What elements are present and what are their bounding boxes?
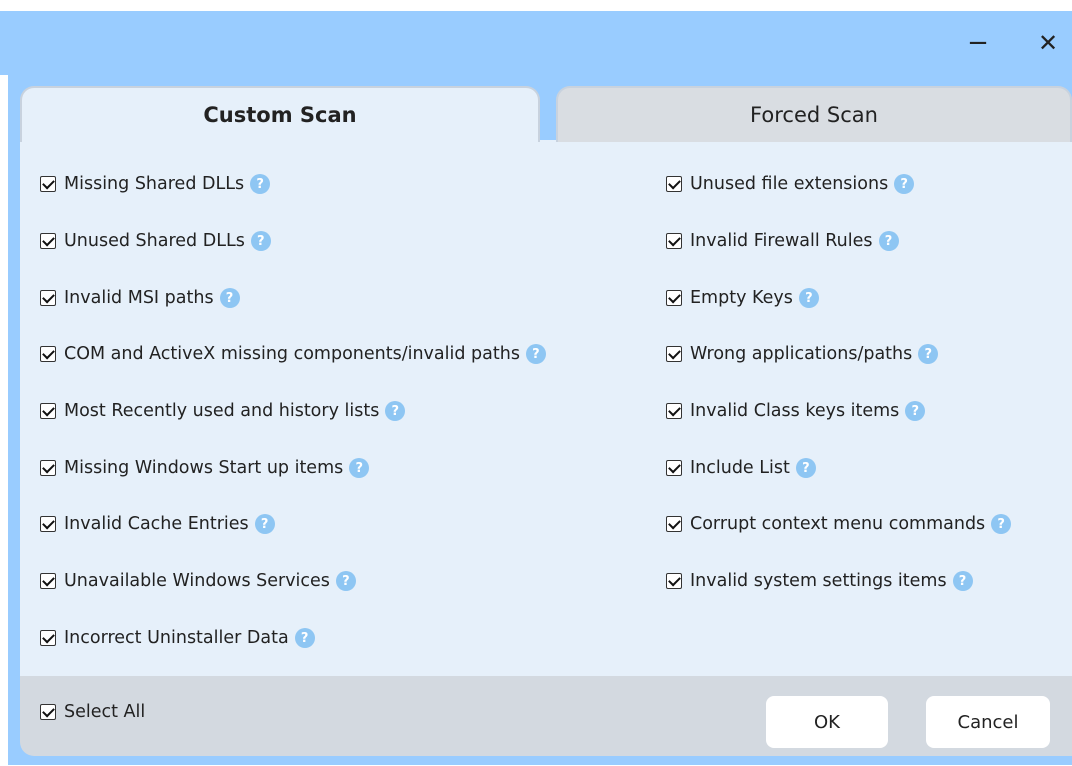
option-missing-shared-dlls[interactable]: Missing Shared DLLs ?	[40, 172, 271, 196]
option-label: Unused Shared DLLs	[64, 231, 245, 251]
title-bar: − ✕	[0, 11, 1072, 75]
option-label: Most Recently used and history lists	[64, 401, 380, 421]
tab-custom-scan[interactable]: Custom Scan	[20, 86, 540, 142]
checkbox[interactable]	[40, 290, 56, 306]
option-label: Unused file extensions	[690, 174, 889, 194]
checkbox[interactable]	[40, 346, 56, 362]
option-wrong-applications[interactable]: Wrong applications/paths ?	[666, 342, 939, 366]
help-icon[interactable]: ?	[991, 514, 1012, 534]
select-all-option[interactable]: Select All	[40, 700, 145, 724]
checkbox[interactable]	[666, 346, 682, 362]
checkbox[interactable]	[666, 460, 682, 476]
checkbox[interactable]	[40, 573, 56, 589]
checkbox[interactable]	[666, 290, 682, 306]
help-icon[interactable]: ?	[525, 344, 546, 364]
option-invalid-class-keys[interactable]: Invalid Class keys items ?	[666, 399, 926, 423]
option-unused-file-extensions[interactable]: Unused file extensions ?	[666, 172, 915, 196]
option-unavailable-services[interactable]: Unavailable Windows Services ?	[40, 569, 356, 593]
option-label: Invalid Class keys items	[690, 401, 900, 421]
tab-forced-scan[interactable]: Forced Scan	[556, 86, 1072, 142]
dialog-footer	[20, 676, 1072, 756]
checkbox[interactable]	[40, 630, 56, 646]
help-icon[interactable]: ?	[894, 174, 915, 194]
option-label: Invalid MSI paths	[64, 288, 214, 308]
checkbox[interactable]	[40, 516, 56, 532]
help-icon[interactable]: ?	[250, 231, 271, 251]
option-corrupt-context-menu[interactable]: Corrupt context menu commands ?	[666, 512, 1012, 536]
option-com-activex[interactable]: COM and ActiveX missing components/inval…	[40, 342, 546, 366]
help-icon[interactable]: ?	[878, 231, 899, 251]
option-missing-startup-items[interactable]: Missing Windows Start up items ?	[40, 456, 370, 480]
help-icon[interactable]: ?	[294, 628, 315, 648]
help-icon[interactable]: ?	[335, 571, 356, 591]
option-label: Wrong applications/paths	[690, 344, 913, 364]
help-icon[interactable]: ?	[952, 571, 973, 591]
checkbox[interactable]	[40, 460, 56, 476]
close-button[interactable]: ✕	[1028, 11, 1068, 75]
option-label: Invalid system settings items	[690, 571, 947, 591]
option-label: Invalid Cache Entries	[64, 514, 249, 534]
option-invalid-cache[interactable]: Invalid Cache Entries ?	[40, 512, 275, 536]
help-icon[interactable]: ?	[219, 288, 240, 308]
help-icon[interactable]: ?	[795, 458, 816, 478]
option-include-list[interactable]: Include List ?	[666, 456, 816, 480]
option-label: Incorrect Uninstaller Data	[64, 628, 289, 648]
checkbox[interactable]	[666, 233, 682, 249]
option-unused-shared-dlls[interactable]: Unused Shared DLLs ?	[40, 229, 271, 253]
select-all-checkbox[interactable]	[40, 704, 56, 720]
option-label: Unavailable Windows Services	[64, 571, 330, 591]
option-invalid-system-settings[interactable]: Invalid system settings items ?	[666, 569, 973, 593]
option-label: Invalid Firewall Rules	[690, 231, 873, 251]
checkbox[interactable]	[666, 573, 682, 589]
option-empty-keys[interactable]: Empty Keys ?	[666, 286, 819, 310]
checkbox[interactable]	[40, 176, 56, 192]
checkbox[interactable]	[666, 176, 682, 192]
help-icon[interactable]: ?	[349, 458, 370, 478]
help-icon[interactable]: ?	[385, 401, 406, 421]
option-incorrect-uninstaller[interactable]: Incorrect Uninstaller Data ?	[40, 626, 315, 650]
help-icon[interactable]: ?	[798, 288, 819, 308]
checkbox[interactable]	[40, 233, 56, 249]
help-icon[interactable]: ?	[250, 174, 271, 194]
option-label: COM and ActiveX missing components/inval…	[64, 344, 520, 364]
select-all-label: Select All	[64, 702, 146, 722]
cancel-button[interactable]: Cancel	[926, 696, 1050, 748]
option-invalid-firewall-rules[interactable]: Invalid Firewall Rules ?	[666, 229, 899, 253]
ok-button[interactable]: OK	[766, 696, 888, 748]
option-label: Corrupt context menu commands	[690, 514, 986, 534]
option-mru-history[interactable]: Most Recently used and history lists ?	[40, 399, 406, 423]
option-label: Missing Windows Start up items	[64, 458, 344, 478]
option-label: Empty Keys	[690, 288, 793, 308]
checkbox[interactable]	[40, 403, 56, 419]
checkbox[interactable]	[666, 403, 682, 419]
minimize-button[interactable]: −	[958, 11, 998, 75]
checkbox[interactable]	[666, 516, 682, 532]
option-invalid-msi-paths[interactable]: Invalid MSI paths ?	[40, 286, 240, 310]
option-label: Include List	[690, 458, 790, 478]
help-icon[interactable]: ?	[254, 514, 275, 534]
help-icon[interactable]: ?	[918, 344, 939, 364]
option-label: Missing Shared DLLs	[64, 174, 245, 194]
help-icon[interactable]: ?	[905, 401, 926, 421]
